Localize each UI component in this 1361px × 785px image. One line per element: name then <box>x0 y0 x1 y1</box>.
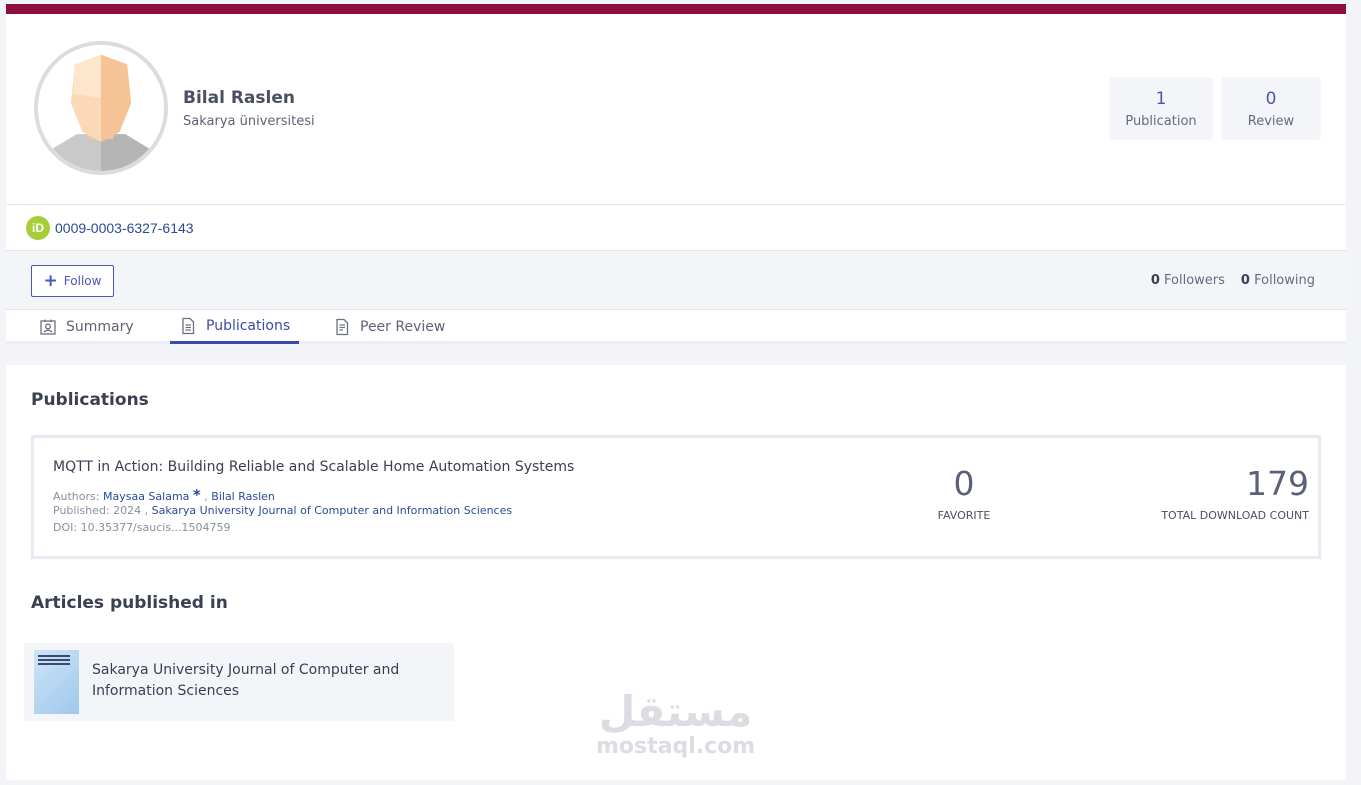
follow-band: + Follow 0 Followers 0 Following <box>6 250 1346 310</box>
journal-cover-image <box>34 650 79 714</box>
profile-affiliation: Sakarya üniversitesi <box>183 114 315 129</box>
followers-label: Followers <box>1164 273 1225 288</box>
publication-count: 1 <box>1155 89 1167 109</box>
download-metric: 179 TOTAL DOWNLOAD COUNT <box>1134 464 1309 522</box>
corresponding-author-icon: * <box>192 486 201 504</box>
articles-published-in-heading: Articles published in <box>31 593 228 613</box>
publication-title[interactable]: MQTT in Action: Building Reliable and Sc… <box>53 459 574 475</box>
follow-button[interactable]: + Follow <box>31 265 114 297</box>
publication-card: MQTT in Action: Building Reliable and Sc… <box>31 435 1321 559</box>
profile-tabs: Summary Publications Peer Review <box>6 310 1346 344</box>
tab-publications[interactable]: Publications <box>170 310 300 344</box>
author-link[interactable]: Bilal Raslen <box>211 490 275 503</box>
publication-doi[interactable]: DOI: 10.35377/saucis...1504759 <box>53 521 231 534</box>
brand-bar <box>6 4 1346 14</box>
profile-name: Bilal Raslen <box>183 88 295 108</box>
favorite-count: 0 <box>953 464 975 503</box>
orcid-icon: iD <box>26 216 50 240</box>
plus-icon: + <box>43 270 58 291</box>
divider <box>6 204 1346 205</box>
author-link[interactable]: Maysaa Salama <box>103 490 189 503</box>
follow-button-label: Follow <box>63 274 102 288</box>
avatar-placeholder-icon <box>38 45 164 171</box>
publication-count-label: Publication <box>1125 114 1197 129</box>
tab-summary[interactable]: Summary <box>39 310 134 344</box>
published-prefix: Published: 2024 , <box>53 504 149 517</box>
tab-publications-label: Publications <box>206 317 291 334</box>
tab-peer-review[interactable]: Peer Review <box>333 310 445 344</box>
document-icon <box>182 317 195 334</box>
authors-prefix: Authors: <box>53 490 100 503</box>
publication-published: Published: 2024 , Sakarya University Jou… <box>53 504 512 517</box>
followers-count: 0 <box>1150 273 1160 288</box>
avatar <box>34 41 168 175</box>
follow-counts: 0 Followers 0 Following <box>1151 273 1315 288</box>
author-separator: , <box>204 490 208 503</box>
publication-authors: Authors: Maysaa Salama * , Bilal Raslen <box>53 486 275 504</box>
publications-heading: Publications <box>31 390 149 410</box>
journal-card[interactable]: Sakarya University Journal of Computer a… <box>24 643 454 721</box>
user-card-icon <box>40 319 56 335</box>
tab-summary-label: Summary <box>66 319 134 335</box>
tab-peer-review-label: Peer Review <box>360 319 446 335</box>
review-count: 0 <box>1265 89 1277 109</box>
favorite-label: FAVORITE <box>937 509 991 522</box>
orcid-link[interactable]: 0009-0003-6327-6143 <box>55 220 194 236</box>
review-count-label: Review <box>1247 114 1295 129</box>
download-label: TOTAL DOWNLOAD COUNT <box>1161 509 1309 522</box>
following-label: Following <box>1254 273 1315 288</box>
watermark-latin: mostaql.com <box>596 734 756 759</box>
publication-journal-link[interactable]: Sakarya University Journal of Computer a… <box>152 504 512 517</box>
orcid-row: iD 0009-0003-6327-6143 <box>26 215 194 241</box>
publication-count-stat[interactable]: 1 Publication <box>1109 77 1213 140</box>
document-lines-icon <box>336 318 349 336</box>
following-link[interactable]: 0 Following <box>1241 273 1315 288</box>
watermark-arabic: مستقل <box>598 687 753 736</box>
download-count: 179 <box>1246 464 1309 503</box>
profile-card: Bilal Raslen Sakarya üniversitesi 1 Publ… <box>6 4 1346 344</box>
journal-name: Sakarya University Journal of Computer a… <box>92 662 400 699</box>
review-count-stat[interactable]: 0 Review <box>1221 77 1321 140</box>
following-count: 0 <box>1240 273 1250 288</box>
favorite-metric: 0 FAVORITE <box>914 464 1014 522</box>
followers-link[interactable]: 0 Followers <box>1151 273 1225 288</box>
watermark: مستقل mostaql.com <box>596 687 756 760</box>
